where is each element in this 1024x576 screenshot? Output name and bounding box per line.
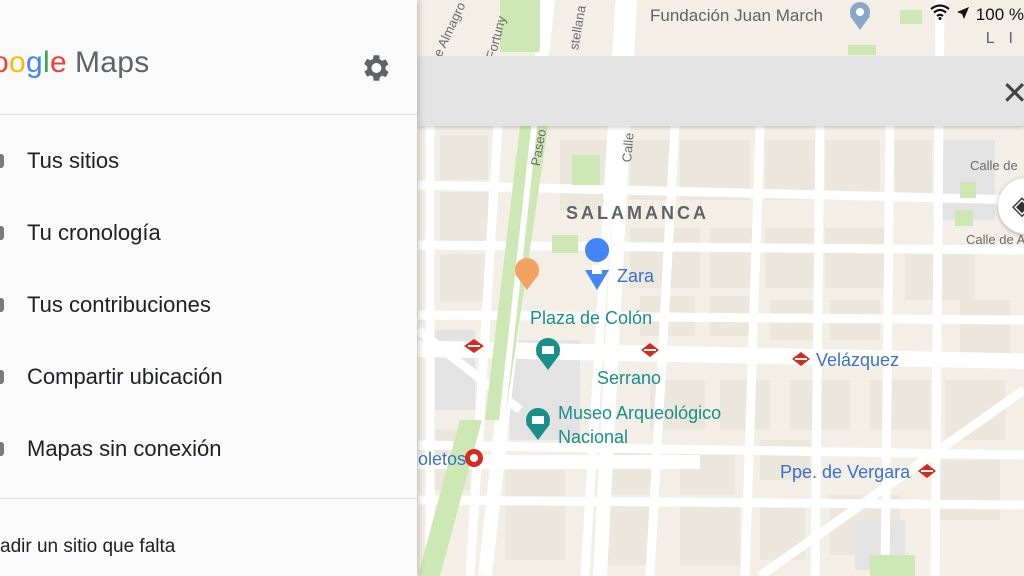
status-indicators: 100 %	[930, 4, 1024, 25]
timeline-icon	[0, 226, 4, 240]
menu-item-tus-sitios[interactable]: Tus sitios	[0, 126, 417, 198]
location-arrow-icon	[956, 5, 970, 25]
place-plaza-colon[interactable]: Plaza de Colón	[530, 308, 652, 329]
search-bar[interactable]: ✕	[418, 56, 1024, 126]
offline-maps-icon	[0, 442, 4, 456]
place-museo-line2[interactable]: Nacional	[558, 427, 628, 448]
menu-item-mapas-sin-conexion[interactable]: Mapas sin conexión	[0, 414, 417, 486]
menu-item-contribuciones[interactable]: Tus contribuciones	[0, 270, 417, 342]
place-museo-line1[interactable]: Museo Arqueológico	[558, 403, 721, 424]
side-drawer: oogle Maps Tus sitios Tu cronología Tus c…	[0, 0, 417, 576]
status-bar: Fundación Juan March 100 %	[418, 0, 1024, 32]
drawer-divider	[0, 498, 417, 499]
drawer-menu: Tus sitios Tu cronología Tus contribucio…	[0, 126, 417, 486]
place-vergara[interactable]: Ppe. de Vergara	[780, 462, 910, 483]
place-velazquez[interactable]: Velázquez	[816, 350, 899, 371]
corner-label: L I	[985, 30, 1018, 47]
google-maps-logo: oogle Maps	[0, 46, 150, 80]
wifi-icon	[930, 4, 950, 25]
menu-item-cronologia[interactable]: Tu cronología	[0, 198, 417, 270]
drawer-header: oogle Maps	[0, 0, 417, 115]
battery-label: 100 %	[975, 4, 1024, 24]
logo-google: oogle	[0, 46, 67, 79]
street-calle-de-2: Calle de A	[966, 232, 1024, 247]
menu-item-label: Compartir ubicación	[27, 364, 223, 389]
place-recoletos[interactable]: oletos	[418, 449, 466, 470]
menu-item-compartir-ubicacion[interactable]: Compartir ubicación	[0, 342, 417, 414]
street-calle-de-1: Calle de	[970, 158, 1018, 173]
pin-icon	[0, 154, 4, 168]
menu-item-label: Tu cronología	[27, 220, 161, 245]
place-serrano[interactable]: Serrano	[597, 368, 661, 389]
district-label: SALAMANCA	[566, 203, 709, 223]
add-missing-place-link[interactable]: adir un sitio que falta	[0, 536, 175, 558]
status-place-label: Fundación Juan March	[650, 6, 823, 25]
layers-icon: ◈	[1012, 190, 1024, 220]
street-calle: Calle	[619, 132, 637, 163]
close-icon[interactable]: ✕	[1001, 74, 1024, 112]
share-location-icon	[0, 370, 4, 384]
settings-gear-icon[interactable]	[358, 51, 392, 85]
contributions-icon	[0, 298, 4, 312]
place-zara[interactable]: Zara	[617, 266, 654, 287]
menu-item-label: Tus contribuciones	[27, 292, 211, 317]
logo-maps: Maps	[74, 46, 150, 79]
menu-item-label: Tus sitios	[27, 148, 120, 173]
menu-item-label: Mapas sin conexión	[27, 436, 222, 461]
